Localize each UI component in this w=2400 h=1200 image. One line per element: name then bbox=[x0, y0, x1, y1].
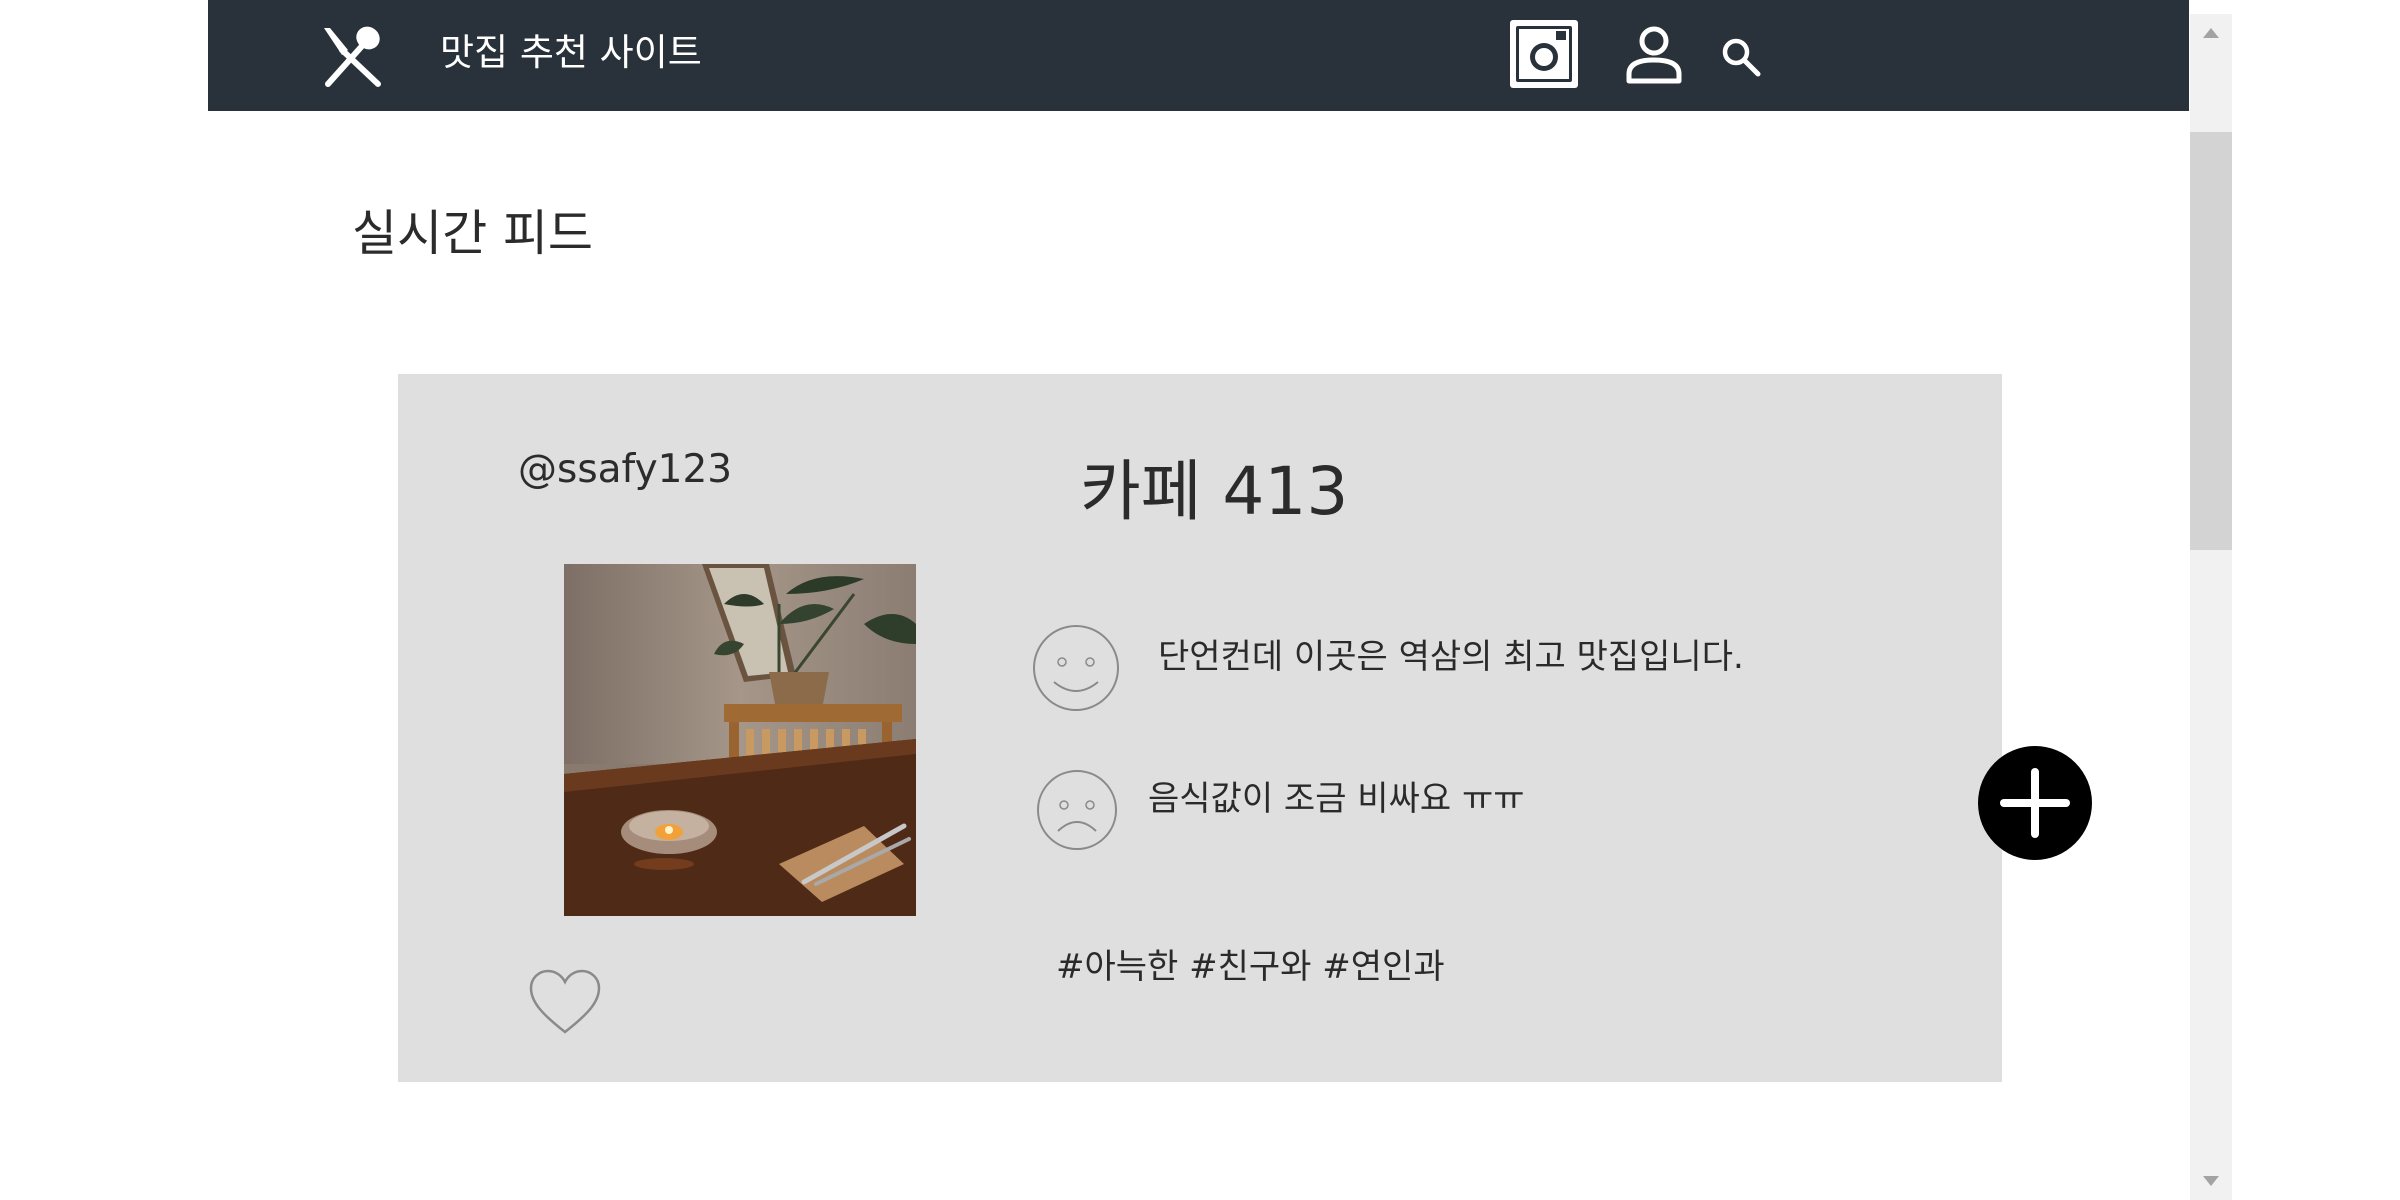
sad-icon bbox=[1037, 770, 1117, 850]
scrollbar-thumb[interactable] bbox=[2190, 132, 2232, 550]
vertical-scrollbar[interactable] bbox=[2190, 14, 2232, 1200]
review-positive: 단언컨데 이곳은 역삼의 최고 맛집입니다. bbox=[1158, 637, 1744, 677]
search-icon[interactable] bbox=[1721, 37, 1761, 77]
user-icon[interactable] bbox=[1624, 26, 1684, 84]
page: 맛집 추천 사이트 실시간 피드 @ssafy123 카페 413 단언컨데 이… bbox=[0, 0, 2400, 1200]
review-negative: 음식값이 조금 비싸요 ㅠㅠ bbox=[1148, 779, 1525, 819]
instagram-icon[interactable] bbox=[1510, 20, 1578, 88]
post-photo[interactable] bbox=[564, 564, 916, 916]
site-title[interactable]: 맛집 추천 사이트 bbox=[440, 28, 702, 78]
restaurant-name[interactable]: 카페 413 bbox=[1080, 450, 1348, 534]
add-post-button[interactable] bbox=[1978, 746, 2092, 860]
hashtags[interactable]: #아늑한 #친구와 #연인과 bbox=[1056, 944, 1445, 990]
scroll-up-arrow-icon[interactable] bbox=[2190, 14, 2232, 54]
plus-icon bbox=[2000, 768, 2070, 838]
fork-spoon-icon[interactable] bbox=[318, 24, 386, 88]
top-navbar: 맛집 추천 사이트 bbox=[208, 0, 2189, 111]
scroll-down-arrow-icon[interactable] bbox=[2190, 1160, 2232, 1200]
heart-icon[interactable] bbox=[528, 968, 602, 1036]
feed-title: 실시간 피드 bbox=[352, 205, 593, 262]
post-card[interactable]: @ssafy123 카페 413 단언컨데 이곳은 역삼의 최고 맛집입니다. … bbox=[398, 374, 2002, 1082]
post-username[interactable]: @ssafy123 bbox=[518, 444, 732, 496]
smile-icon bbox=[1033, 625, 1119, 711]
